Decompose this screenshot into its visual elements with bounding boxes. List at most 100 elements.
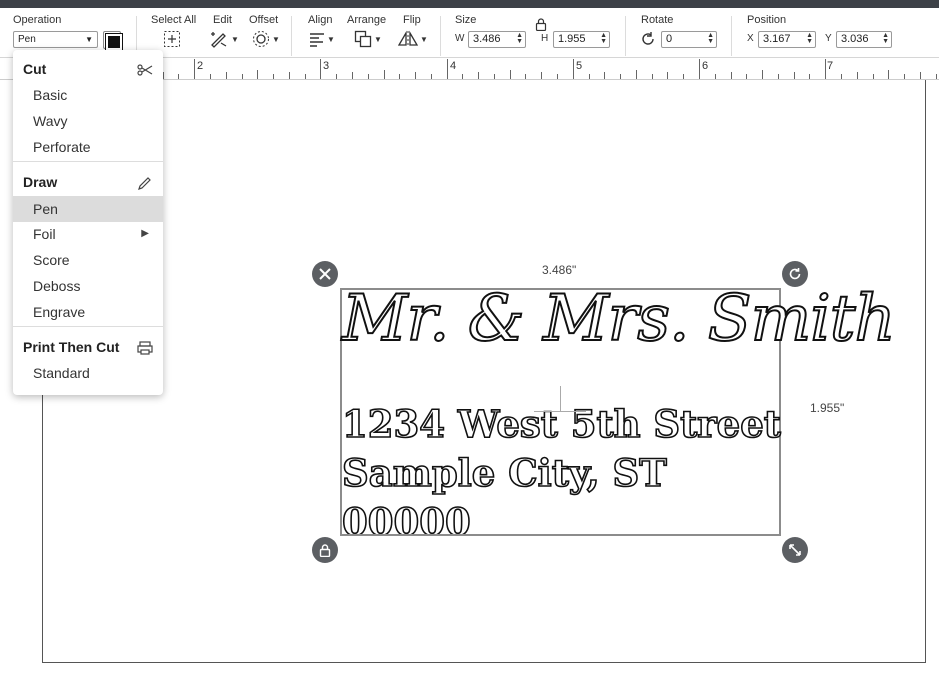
ruler-number: 7 [827, 60, 834, 72]
menu-divider [13, 326, 163, 327]
chevron-down-icon: ▼ [272, 34, 280, 44]
width-stepper[interactable]: ▲ ▼ [516, 32, 523, 45]
edit-button[interactable]: ▼ [209, 30, 239, 48]
x-position-input[interactable]: 3.167 ▲ ▼ [758, 31, 816, 48]
menu-item-foil-label: Foil [33, 226, 56, 242]
ruler-tick [557, 74, 558, 79]
pen-color-swatch[interactable] [103, 31, 123, 51]
offset-label: Offset [249, 14, 279, 26]
ruler-tick [715, 74, 716, 79]
pencil-icon [137, 176, 153, 195]
height-input[interactable]: 1.955 ▲ ▼ [553, 31, 610, 48]
ruler-tick [746, 74, 747, 79]
menu-item-perforate[interactable]: Perforate [13, 134, 163, 160]
ruler-tick [368, 74, 369, 79]
lock-handle[interactable] [312, 537, 338, 563]
flip-label: Flip [403, 14, 421, 26]
rotate-stepper[interactable]: ▲ ▼ [707, 32, 714, 45]
printer-icon [137, 341, 153, 360]
ruler-tick [210, 74, 211, 79]
offset-button[interactable]: ▼ [252, 30, 280, 48]
arrange-label: Arrange [347, 14, 387, 26]
scissors-icon [137, 63, 153, 82]
operation-dropdown-menu: Cut Basic Wavy Perforate Draw Pen Foil ▶… [13, 50, 163, 395]
rotate-handle[interactable] [782, 261, 808, 287]
operation-label: Operation [13, 14, 62, 26]
width-label: W [455, 33, 465, 44]
menu-item-foil[interactable]: Foil ▶ [13, 221, 163, 247]
menu-item-wavy[interactable]: Wavy [13, 108, 163, 134]
ruler-tick [462, 74, 463, 79]
ruler-tick [478, 72, 479, 79]
ruler-tick [273, 74, 274, 79]
rotate-value: 0 [666, 33, 673, 45]
menu-item-basic[interactable]: Basic [13, 82, 163, 108]
ruler-tick [604, 72, 605, 79]
x-value: 3.167 [763, 33, 791, 45]
ruler-tick [352, 72, 353, 79]
ruler-number: 2 [197, 60, 204, 72]
toolbar-divider [291, 16, 292, 56]
ruler-tick [794, 72, 795, 79]
design-name-text[interactable]: Mr. & Mrs. Smith [341, 281, 897, 357]
menu-item-score[interactable]: Score [13, 247, 163, 273]
height-stepper[interactable]: ▲ ▼ [600, 32, 607, 45]
align-button[interactable]: ▼ [309, 30, 335, 48]
ruler-number: 5 [576, 60, 583, 72]
ruler-tick [289, 72, 290, 79]
x-stepper[interactable]: ▲ ▼ [806, 32, 813, 45]
lock-icon [535, 18, 547, 32]
align-label: Align [308, 14, 333, 26]
operation-select[interactable]: Pen ▼ [13, 31, 98, 48]
ruler-tick [636, 70, 637, 79]
ruler-tick [841, 74, 842, 79]
rotate-input[interactable]: 0 ▲ ▼ [661, 31, 717, 48]
chevron-down-icon: ▼ [85, 35, 93, 44]
design-zip-text[interactable]: 00000 [342, 500, 471, 534]
cut-section-header: Cut [23, 61, 47, 77]
select-all-icon [164, 31, 180, 47]
y-position-input[interactable]: 3.036 ▲ ▼ [836, 31, 892, 48]
selection-height-label: 1.955" [810, 401, 845, 415]
menu-item-pen[interactable]: Pen [13, 196, 163, 222]
delete-handle[interactable] [312, 261, 338, 287]
chevron-down-icon: ▼ [420, 34, 428, 44]
menu-item-deboss[interactable]: Deboss [13, 273, 163, 299]
operation-value: Pen [18, 34, 36, 45]
chevron-right-icon: ▶ [141, 228, 149, 239]
arrange-icon [354, 30, 372, 48]
flip-button[interactable]: ▼ [398, 30, 428, 48]
flip-icon [398, 30, 418, 47]
ruler-tick [163, 72, 164, 79]
center-marker [534, 411, 586, 412]
resize-icon [789, 544, 801, 556]
select-all-button[interactable] [163, 30, 181, 48]
ruler-tick [667, 72, 668, 79]
ruler-tick [920, 72, 921, 79]
ruler-tick [194, 59, 195, 79]
center-marker [560, 386, 561, 412]
x-label: X [747, 33, 754, 44]
width-input[interactable]: 3.486 ▲ ▼ [468, 31, 526, 48]
y-label: Y [825, 33, 832, 44]
ruler-tick [699, 59, 700, 79]
design-street-text[interactable]: 1234 West 5th Street [341, 401, 781, 447]
ruler-tick [257, 70, 258, 79]
y-stepper[interactable]: ▲ ▼ [882, 32, 889, 45]
offset-icon [253, 31, 269, 47]
menu-item-standard[interactable]: Standard [13, 360, 163, 386]
menu-item-engrave[interactable]: Engrave [13, 299, 163, 325]
width-value: 3.486 [473, 33, 501, 45]
ruler-tick [431, 74, 432, 79]
ruler-tick [589, 74, 590, 79]
toolbar-divider [625, 16, 626, 56]
resize-handle[interactable] [782, 537, 808, 563]
rotate-label: Rotate [641, 14, 674, 26]
ruler-number: 3 [323, 60, 330, 72]
ruler-tick [904, 74, 905, 79]
arrange-button[interactable]: ▼ [354, 30, 382, 48]
design-city-text[interactable]: Sample City, ST [341, 450, 667, 496]
app-top-bar [0, 0, 939, 8]
ruler-tick [857, 72, 858, 79]
position-label: Position [747, 14, 787, 26]
